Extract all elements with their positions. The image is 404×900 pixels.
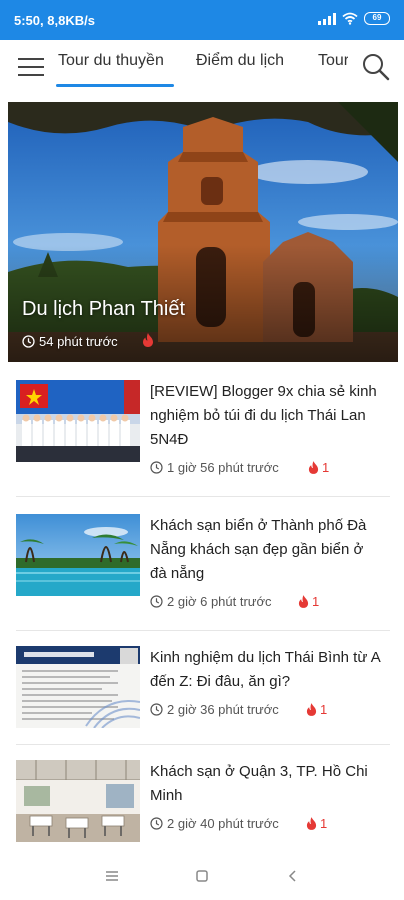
status-time: 5:50, 8,8KB/s xyxy=(14,13,95,28)
hot-indicator: 1 xyxy=(298,594,319,609)
article-time: 2 giờ 6 phút trước xyxy=(167,594,272,609)
article-thumbnail xyxy=(16,380,140,462)
fire-icon xyxy=(308,461,319,474)
fire-icon xyxy=(298,595,309,608)
hot-count: 1 xyxy=(322,460,330,475)
article-title: [REVIEW] Blogger 9x chia sẻ kinh nghiệm … xyxy=(150,383,377,448)
article-title: Kinh nghiệm du lịch Thái Bình từ A đến Z… xyxy=(150,649,380,690)
fire-icon xyxy=(143,333,153,347)
article-item[interactable]: [REVIEW] Blogger 9x chia sẻ kinh nghiệm … xyxy=(16,380,390,476)
active-tab-indicator xyxy=(56,84,174,87)
signal-icon xyxy=(318,12,336,25)
hot-count: 1 xyxy=(312,594,320,609)
system-nav-bar xyxy=(0,852,404,900)
back-icon[interactable] xyxy=(286,869,300,883)
tab-tour-du-thuyen[interactable]: Tour du thuyền xyxy=(58,52,164,70)
menu-button[interactable] xyxy=(16,54,46,80)
clock-icon xyxy=(150,817,163,830)
hero-time: 54 phút trước xyxy=(39,334,118,349)
tab-diem-du-lich[interactable]: Điểm du lịch xyxy=(196,52,284,70)
article-thumbnail xyxy=(16,514,140,596)
article-thumbnail xyxy=(16,646,140,728)
article-meta: 2 giờ 40 phút trước xyxy=(150,816,279,831)
article-time: 1 giờ 56 phút trước xyxy=(167,460,279,475)
clock-icon xyxy=(150,461,163,474)
hero-title: Du lịch Phan Thiết xyxy=(22,298,186,320)
hero-hot-indicator xyxy=(142,333,154,352)
search-icon xyxy=(363,54,390,81)
hero-image xyxy=(8,102,398,362)
home-icon[interactable] xyxy=(195,869,209,883)
hot-indicator: 1 xyxy=(306,816,327,831)
article-thumbnail xyxy=(16,760,140,842)
article-title: Khách sạn biển ở Thành phố Đà Nẵng khách… xyxy=(150,517,367,582)
top-bar: Tour du thuyền Điểm du lịch Tour xyxy=(0,40,404,96)
fire-icon xyxy=(306,817,317,830)
hero-card[interactable]: Du lịch Phan Thiết 54 phút trước xyxy=(8,102,398,362)
status-bar: 5:50, 8,8KB/s 69 xyxy=(0,0,404,40)
article-meta: 1 giờ 56 phút trước xyxy=(150,460,279,475)
tab-strip: Tour du thuyền Điểm du lịch Tour xyxy=(56,40,348,96)
article-title: Khách sạn ở Quận 3, TP. Hồ Chi Minh xyxy=(150,763,368,804)
recent-apps-icon[interactable] xyxy=(104,869,120,883)
wifi-icon xyxy=(342,12,358,25)
article-time: 2 giờ 36 phút trước xyxy=(167,702,279,717)
divider xyxy=(16,496,390,497)
clock-icon xyxy=(150,595,163,608)
divider xyxy=(16,630,390,631)
hot-indicator: 1 xyxy=(308,460,329,475)
hot-count: 1 xyxy=(320,816,328,831)
clock-icon xyxy=(22,335,35,348)
article-meta: 2 giờ 36 phút trước xyxy=(150,702,279,717)
search-button[interactable] xyxy=(360,50,392,84)
hot-indicator: 1 xyxy=(306,702,327,717)
article-item[interactable]: Khách sạn ở Quận 3, TP. Hồ Chi Minh 2 gi… xyxy=(16,760,390,842)
article-item[interactable]: Khách sạn biển ở Thành phố Đà Nẵng khách… xyxy=(16,514,390,610)
hero-meta: 54 phút trước xyxy=(22,334,118,349)
hot-count: 1 xyxy=(320,702,328,717)
tab-tour[interactable]: Tour xyxy=(318,52,348,70)
article-time: 2 giờ 40 phút trước xyxy=(167,816,279,831)
article-meta: 2 giờ 6 phút trước xyxy=(150,594,272,609)
article-item[interactable]: Kinh nghiệm du lịch Thái Bình từ A đến Z… xyxy=(16,646,390,728)
clock-icon xyxy=(150,703,163,716)
fire-icon xyxy=(306,703,317,716)
divider xyxy=(16,744,390,745)
status-icons: 69 xyxy=(318,12,390,25)
battery-icon: 69 xyxy=(364,12,390,25)
